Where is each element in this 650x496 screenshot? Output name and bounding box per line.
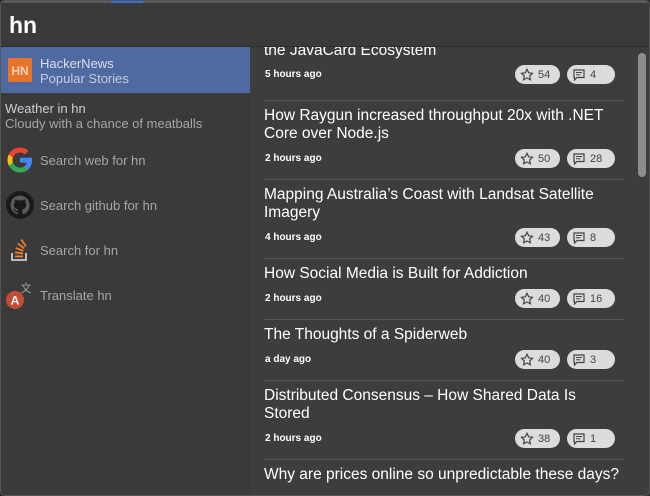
points-count: 38 (538, 432, 551, 445)
points-count: 40 (538, 353, 551, 366)
svg-text:文: 文 (21, 281, 32, 295)
sidebar-item-title: Weather in hn (5, 101, 86, 116)
story-time: 2 hours ago (265, 293, 322, 304)
sidebar-item-hackernews[interactable]: HN HackerNews Popular Stories (1, 47, 250, 93)
star-icon (520, 151, 534, 165)
stackoverflow-icon (5, 235, 35, 265)
search-bar (1, 3, 649, 47)
comments-count: 3 (590, 353, 597, 366)
story-title: Why are prices online so unpredictable t… (264, 466, 619, 483)
comments-count: 4 (590, 68, 597, 81)
sidebar-item-title: Search github for hn (40, 198, 158, 213)
comment-icon (573, 152, 585, 165)
star-icon (520, 230, 534, 244)
story-title: The Thoughts of a Spiderweb (264, 326, 468, 343)
points-badge[interactable]: 38 (515, 429, 560, 448)
points-count: 40 (538, 292, 551, 305)
story-title: Distributed Consensus – How Shared Data … (264, 387, 576, 422)
github-icon (5, 190, 35, 220)
comments-count: 1 (590, 432, 597, 445)
sidebar-item-translate[interactable]: A 文 Translate hn (1, 278, 250, 314)
sidebar-item-title: Translate hn (40, 288, 112, 303)
comment-icon (573, 231, 585, 244)
comments-badge[interactable]: 4 (567, 65, 615, 84)
results-list: the JavaCard Ecosystem 5 hours ago 54 4 … (250, 47, 649, 495)
star-icon (520, 291, 534, 305)
list-item[interactable]: The Thoughts of a Spiderweb a day ago 40… (264, 320, 624, 381)
search-input[interactable] (9, 9, 609, 41)
star-icon (520, 67, 534, 81)
story-time: 2 hours ago (265, 153, 322, 164)
comments-badge[interactable]: 1 (567, 429, 615, 448)
translate-icon: A 文 (5, 280, 35, 310)
points-count: 50 (538, 152, 551, 165)
comments-count: 8 (590, 231, 597, 244)
points-badge[interactable]: 40 (515, 289, 560, 308)
comments-badge[interactable]: 8 (567, 228, 615, 247)
comments-badge[interactable]: 28 (567, 149, 615, 168)
sidebar-item-search-web[interactable]: Search web for hn (1, 143, 250, 179)
comments-badge[interactable]: 16 (567, 289, 615, 308)
sidebar-item-title: Search web for hn (40, 153, 146, 168)
list-item[interactable]: Mapping Australia’s Coast with Landsat S… (264, 180, 624, 259)
launcher-window: HN HackerNews Popular Stories Weather in… (0, 0, 650, 496)
list-item[interactable]: Distributed Consensus – How Shared Data … (264, 381, 624, 460)
star-icon (520, 352, 534, 366)
hn-badge-text: HN (11, 64, 28, 78)
comment-icon (573, 292, 585, 305)
hackernews-icon: HN (6, 56, 34, 84)
list-item[interactable]: the JavaCard Ecosystem 5 hours ago 54 4 (264, 47, 624, 101)
story-title: How Raygun increased throughput 20x with… (264, 107, 604, 142)
svg-text:A: A (11, 294, 20, 308)
sidebar-item-subtitle: Popular Stories (40, 71, 129, 86)
sidebar-item-title: HackerNews (40, 56, 114, 71)
comments-badge[interactable]: 3 (567, 350, 615, 369)
story-title: the JavaCard Ecosystem (264, 47, 437, 59)
sidebar-item-search-github[interactable]: Search github for hn (1, 188, 250, 224)
story-time: a day ago (265, 354, 312, 365)
sidebar-item-weather[interactable]: Weather in hn Cloudy with a chance of me… (1, 95, 250, 135)
points-badge[interactable]: 50 (515, 149, 560, 168)
comment-icon (573, 353, 585, 366)
list-item[interactable]: How Raygun increased throughput 20x with… (264, 101, 624, 180)
sidebar-item-title: Search for hn (40, 243, 119, 258)
points-count: 54 (538, 68, 551, 81)
comments-count: 16 (590, 292, 603, 305)
comment-icon (573, 68, 585, 81)
story-time: 4 hours ago (265, 232, 322, 243)
star-icon (520, 431, 534, 445)
comment-icon (573, 432, 585, 445)
points-badge[interactable]: 43 (515, 228, 560, 247)
sidebar: HN HackerNews Popular Stories Weather in… (1, 47, 250, 495)
scrollbar-thumb[interactable] (638, 53, 646, 177)
list-item[interactable]: How Social Media is Built for Addiction … (264, 259, 624, 320)
points-badge[interactable]: 54 (515, 65, 560, 84)
points-badge[interactable]: 40 (515, 350, 560, 369)
points-count: 43 (538, 231, 551, 244)
story-time: 5 hours ago (265, 69, 322, 80)
sidebar-item-subtitle: Cloudy with a chance of meatballs (5, 116, 203, 131)
google-icon (5, 145, 35, 175)
comments-count: 28 (590, 152, 603, 165)
sidebar-item-search-stackoverflow[interactable]: Search for hn (1, 233, 250, 269)
story-title: How Social Media is Built for Addiction (264, 265, 528, 282)
story-title: Mapping Australia’s Coast with Landsat S… (264, 186, 594, 221)
story-time: 2 hours ago (265, 433, 322, 444)
list-item[interactable]: Why are prices online so unpredictable t… (264, 460, 624, 495)
